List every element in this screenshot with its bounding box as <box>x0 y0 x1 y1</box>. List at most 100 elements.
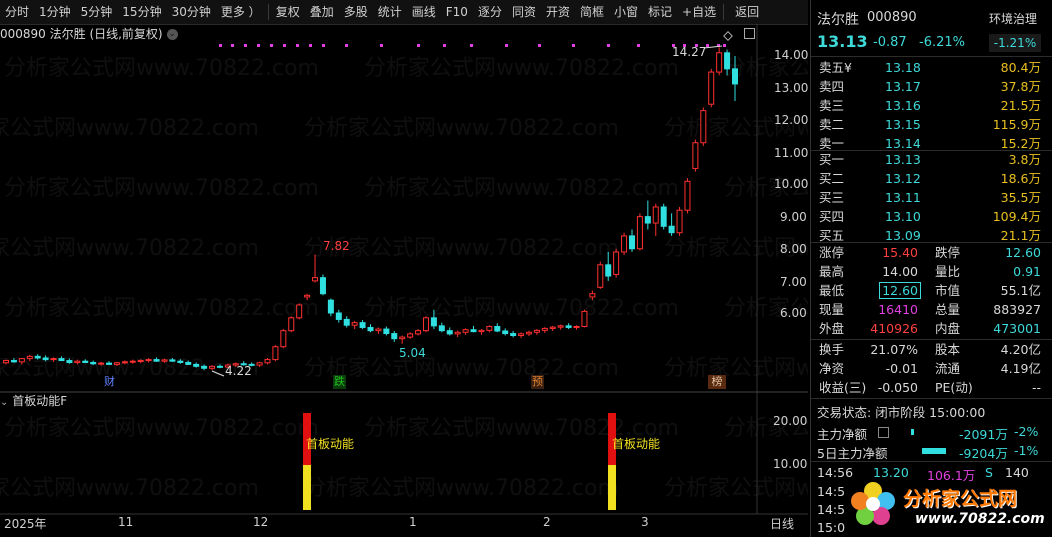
ask-price: 13.16 <box>885 98 921 113</box>
watermark-text: 分析家公式网www.70822.com <box>304 476 619 501</box>
event-marker-forecast[interactable]: 预 <box>531 375 544 389</box>
candle-body <box>42 357 49 361</box>
watermark-text: 分析家公式网www.70822.com <box>4 56 319 81</box>
stat-label: 收益(三) <box>819 380 867 395</box>
bid-row: 买四 13.10 109.4万 <box>811 207 1051 226</box>
candle-body <box>438 325 445 332</box>
stat-label: PE(动) <box>935 380 973 395</box>
candle-body <box>359 322 366 328</box>
candle-body <box>430 317 437 327</box>
stat-value: 4.20亿 <box>1000 342 1041 357</box>
candle-body <box>573 325 580 328</box>
candle-body <box>34 355 41 359</box>
price-tick: 7.00 <box>780 275 807 289</box>
signal-dot <box>296 44 299 47</box>
logo-text: 分析家公式网 <box>903 488 1018 510</box>
stat-value: 473001 <box>993 321 1041 336</box>
signal-dot <box>607 44 610 47</box>
watermark-logo: 分析家公式网 www.70822.com <box>843 474 1048 534</box>
candle-body <box>3 360 9 364</box>
ask-price: 13.15 <box>885 117 921 132</box>
event-marker-finance[interactable]: 财 <box>103 375 116 389</box>
signal-dot <box>345 44 348 47</box>
candle-body <box>264 359 271 364</box>
date-tick: 2025年 <box>4 517 47 531</box>
candle-body <box>668 225 675 234</box>
stat-value: -0.050 <box>877 380 918 395</box>
candle-body <box>106 362 113 365</box>
candle-body <box>327 299 334 314</box>
stats-row: 涨停 15.40 跌停 12.60 <box>811 243 1051 262</box>
signal-dot <box>380 44 383 47</box>
candle-body <box>684 180 691 211</box>
ask-volume: 21.5万 <box>1000 98 1041 113</box>
ask-label: 卖三 <box>819 98 845 113</box>
stat-label: 换手 <box>819 342 845 357</box>
stats-table-2: 换手 21.07% 股本 4.20亿净资 -0.01 流通 4.19亿收益(三) -0.050… <box>811 340 1052 398</box>
bid-label: 买三 <box>819 190 845 205</box>
price-tick: 11.00 <box>774 146 809 160</box>
candle-body <box>367 326 374 332</box>
candle-body <box>145 359 152 362</box>
date-tick: 2 <box>543 515 551 529</box>
mid-peak-label: 7.82 <box>323 239 350 253</box>
price-tick: 14.00 <box>774 48 809 62</box>
candle-body <box>660 206 667 227</box>
ask-book: 卖五¥ 13.18 80.4万 卖四 13.17 37.8万 卖三 13.16 21.5万 卖二 1… <box>811 58 1052 153</box>
candle-body <box>137 360 144 363</box>
candle-body <box>66 360 73 363</box>
watermark-text: 分析家公式网www.70822.com <box>4 416 319 441</box>
candle-body <box>407 333 414 338</box>
stat-value: 14.00 <box>882 264 918 279</box>
candle-body <box>549 326 556 329</box>
price-tick: 12.00 <box>774 113 809 127</box>
main-flow-bar <box>911 429 914 435</box>
signal-dot <box>322 44 325 47</box>
env-change: -1.21% <box>989 34 1041 52</box>
event-marker-ranking[interactable]: 榜 <box>708 375 726 389</box>
env-button[interactable]: 环境治理 <box>989 10 1037 27</box>
bid-label: 买二 <box>819 171 845 186</box>
signal-dot <box>572 44 575 47</box>
stat-value: 15.40 <box>882 245 918 260</box>
candle-body <box>304 294 311 298</box>
period-label[interactable]: 日线 <box>770 515 794 532</box>
bid-row: 买二 13.12 18.6万 <box>811 169 1051 188</box>
stat-label: 股本 <box>935 342 961 357</box>
candle-body <box>209 365 216 369</box>
candle-body <box>74 360 81 363</box>
stat-value: 21.07% <box>870 342 918 357</box>
ask-price: 13.18 <box>885 60 921 75</box>
signal-dot <box>417 44 420 47</box>
candle-body <box>375 328 382 332</box>
price-tick: 10.00 <box>774 177 809 191</box>
low-left-label: 4.22 <box>225 364 252 378</box>
low-mid-label: 5.04 <box>399 346 426 360</box>
signal-bar-yellow-1 <box>303 465 311 510</box>
watermark-text: 分析家公式网www.70822.com <box>304 116 619 141</box>
event-marker-drop[interactable]: 跌 <box>333 375 346 389</box>
list-icon[interactable] <box>878 427 889 438</box>
signal-dot <box>283 44 286 47</box>
candle-body <box>565 325 572 328</box>
main-flow5-bar <box>922 448 946 454</box>
ask-volume: 80.4万 <box>1000 60 1041 75</box>
chevron-down-icon[interactable]: ⌄ <box>0 397 8 408</box>
stat-label: 现量 <box>819 302 845 317</box>
bid-label: 买一 <box>819 152 845 167</box>
candle-body <box>26 355 33 360</box>
stock-name: 法尔胜 <box>817 12 859 28</box>
signal-label-2: 首板动能 <box>612 437 661 451</box>
stats-row: 净资 -0.01 流通 4.19亿 <box>811 359 1051 378</box>
stat-label: 最低 <box>819 283 845 298</box>
candle-body <box>312 277 319 282</box>
candle-body <box>335 312 342 320</box>
bid-row: 买一 13.13 3.8万 <box>811 150 1051 169</box>
ask-price: 13.17 <box>885 79 921 94</box>
trade-status-row: 交易状态: 闭市阶段 15:00:00 <box>817 402 985 421</box>
ask-row: 卖五¥ 13.18 80.4万 <box>811 58 1051 77</box>
current-price: 13.13 <box>817 32 868 51</box>
main-flow5-pct: -1% <box>1014 443 1039 458</box>
candle-body <box>161 359 168 362</box>
stats-row: 外盘 410926 内盘 473001 <box>811 319 1051 338</box>
